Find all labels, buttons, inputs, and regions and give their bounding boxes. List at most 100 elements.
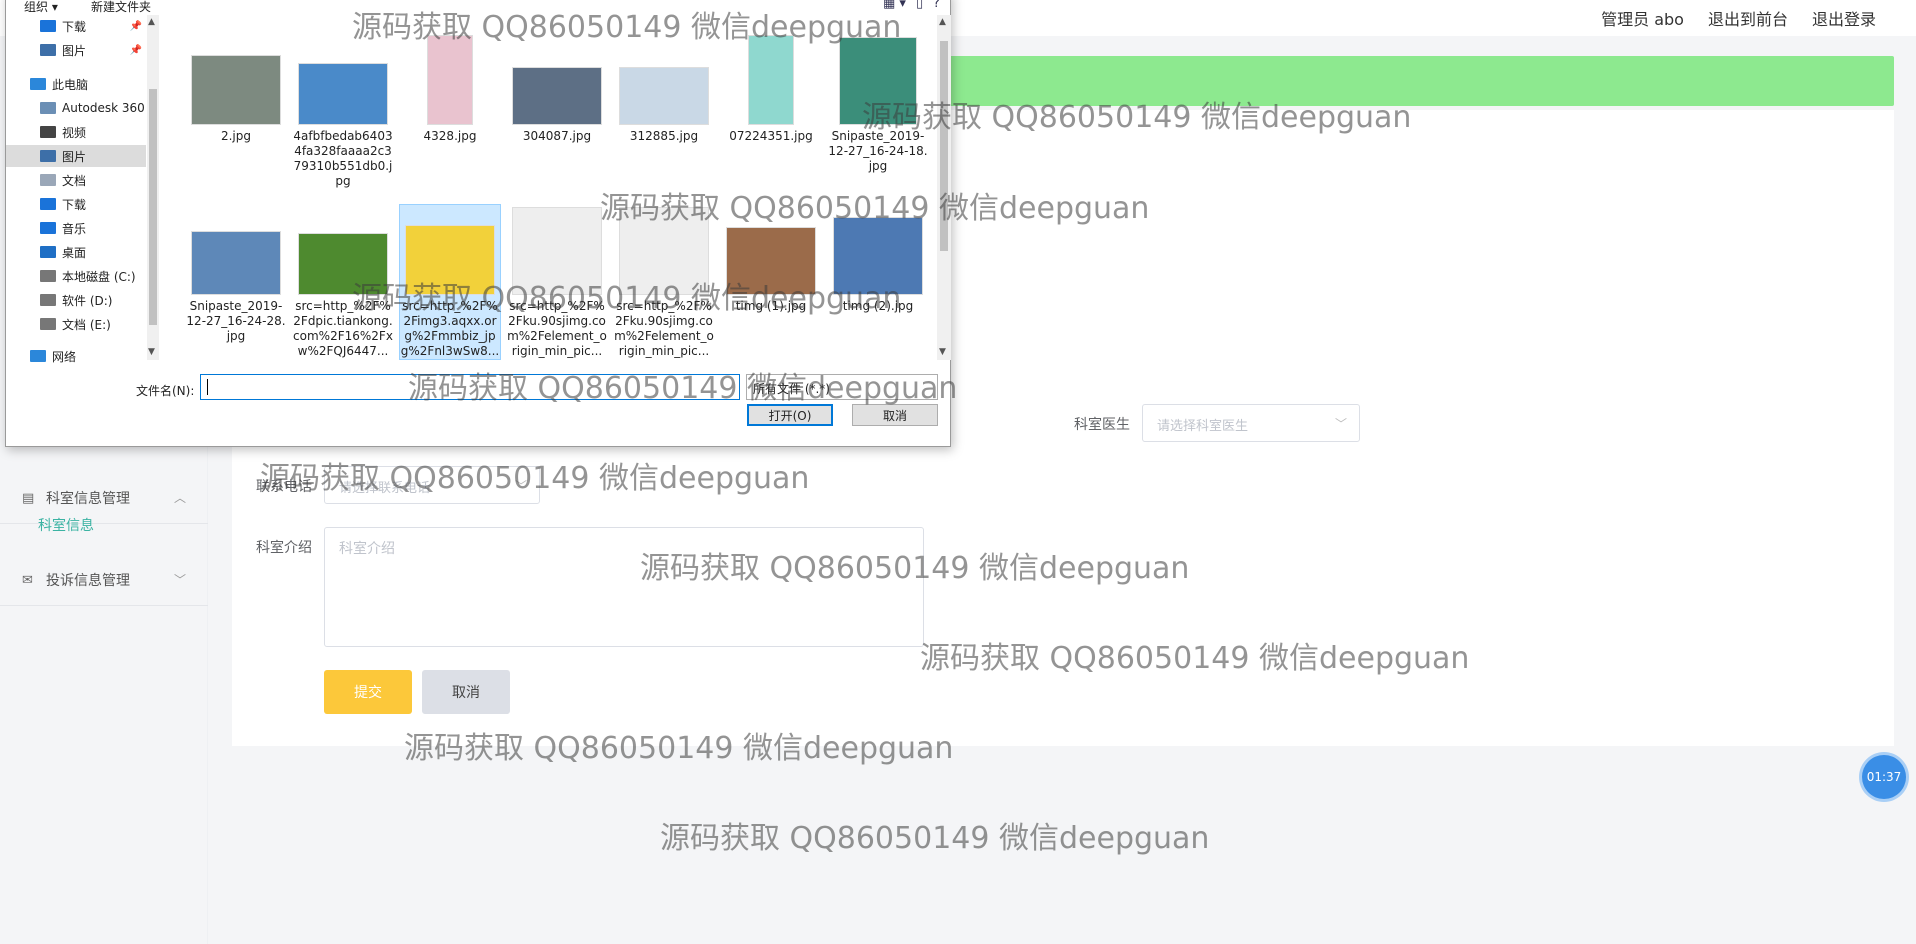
image-thumbnail	[298, 63, 388, 125]
chevron-down-icon: ﹀	[514, 479, 527, 493]
image-thumbnail	[191, 55, 281, 125]
admin-user-label: 管理员 abo	[1601, 10, 1684, 29]
preview-pane-icon[interactable]: ▯	[916, 0, 923, 11]
sidebar-item-dept-info[interactable]: 科室信息	[38, 515, 94, 535]
sidebar-group-complaints[interactable]: ✉ 投诉信息管理 ﹀	[0, 554, 208, 606]
nav-item[interactable]: Autodesk 360	[6, 97, 146, 119]
folder-icon	[40, 44, 56, 56]
file-item[interactable]: 4328.jpg	[400, 35, 500, 144]
nav-item[interactable]: 下载	[6, 193, 146, 215]
file-name: 2.jpg	[220, 129, 252, 143]
nav-item[interactable]: 软件 (D:)	[6, 289, 146, 311]
nav-item-label: 本地磁盘 (C:)	[62, 269, 136, 284]
folder-icon	[40, 150, 56, 162]
image-thumbnail	[619, 67, 709, 125]
mail-icon: ✉	[22, 572, 33, 588]
nav-item[interactable]: 此电脑	[6, 73, 146, 95]
file-item[interactable]: src=http_%2F%2Fimg3.aqxx.org%2Fmmbiz_jpg…	[399, 204, 501, 360]
pin-icon: 📌	[129, 44, 142, 56]
watermark-text: 源码获取 QQ86050149 微信deepguan	[660, 821, 1210, 856]
nav-item-label: Autodesk 360	[62, 101, 145, 115]
image-thumbnail	[726, 227, 816, 295]
nav-item[interactable]: 文档 (E:)	[6, 313, 146, 335]
phone-label: 联系电话	[256, 479, 312, 495]
folder-icon	[40, 174, 56, 186]
sidebar-group-dept-info[interactable]: ▤ 科室信息管理 ︿	[0, 472, 208, 524]
file-item[interactable]: timg (2).jpg	[828, 205, 928, 314]
chevron-down-icon: ﹀	[1334, 417, 1347, 431]
view-mode-icon[interactable]: ▦ ▾	[883, 0, 906, 11]
nav-item-label: 软件 (D:)	[62, 293, 113, 308]
file-item[interactable]: 2.jpg	[186, 35, 286, 144]
folder-icon	[40, 20, 56, 32]
folder-icon	[40, 126, 56, 138]
file-item[interactable]: src=http_%2F%2Fku.90sjimg.com%2Felement_…	[507, 205, 607, 359]
intro-textarea[interactable]: 科室介绍	[324, 527, 924, 647]
filename-input[interactable]	[200, 374, 740, 400]
scroll-down-icon[interactable]: ▼	[148, 347, 155, 357]
scroll-down-icon[interactable]: ▼	[939, 347, 946, 357]
scroll-up-icon[interactable]: ▲	[939, 17, 946, 27]
organize-button[interactable]: 组织 ▾	[24, 0, 58, 15]
back-to-frontend-link[interactable]: 退出到前台	[1708, 6, 1788, 30]
file-item[interactable]: 304087.jpg	[507, 35, 607, 144]
image-thumbnail	[833, 217, 923, 295]
filename-label: 文件名(N):	[136, 384, 195, 398]
nav-item-label: 图片	[62, 149, 87, 164]
view-buttons: ▦ ▾ ▯ ?	[883, 0, 940, 11]
new-folder-button[interactable]: 新建文件夹	[91, 0, 151, 15]
file-name: 07224351.jpg	[729, 129, 813, 143]
scrollbar-thumb[interactable]	[149, 89, 157, 325]
nav-item[interactable]: 视频	[6, 121, 146, 143]
file-name: src=http_%2F%2Fku.90sjimg.com%2Felement_…	[614, 299, 714, 358]
nav-item[interactable]: 图片	[6, 145, 146, 167]
file-item[interactable]: Snipaste_2019-12-27_16-24-18.jpg	[828, 35, 928, 174]
file-name: 304087.jpg	[522, 129, 592, 143]
file-item[interactable]: 4afbfbedab64034fa328faaaa2c379310b551db0…	[293, 35, 393, 189]
image-thumbnail	[748, 35, 794, 125]
nav-item[interactable]: 文档	[6, 169, 146, 191]
file-open-dialog: 组织 ▾ 新建文件夹 ▦ ▾ ▯ ? 下载 📌 图片 📌 此电脑 Autodesk 360…	[5, 0, 951, 447]
nav-item-label: 文档	[62, 173, 87, 188]
scrollbar-thumb[interactable]	[940, 41, 948, 251]
phone-select[interactable]: 请选择联系电话 ﹀	[324, 466, 540, 504]
nav-item[interactable]: 桌面	[6, 241, 146, 263]
nav-item[interactable]: 本地磁盘 (C:)	[6, 265, 146, 287]
nav-item-label: 音乐	[62, 221, 87, 236]
dialog-cancel-button[interactable]: 取消	[852, 404, 938, 426]
file-item[interactable]: 312885.jpg	[614, 35, 714, 144]
form-cancel-button[interactable]: 取消	[422, 670, 510, 714]
nav-scrollbar[interactable]: ▲ ▼	[147, 15, 159, 360]
nav-item[interactable]: 下载 📌	[6, 15, 146, 37]
intro-placeholder: 科室介绍	[339, 541, 395, 557]
file-item[interactable]: 07224351.jpg	[721, 35, 821, 144]
nav-item[interactable]: 音乐	[6, 217, 146, 239]
image-thumbnail	[405, 225, 495, 295]
image-thumbnail	[512, 207, 602, 295]
nav-item[interactable]: 网络	[6, 345, 146, 367]
logout-link[interactable]: 退出登录	[1812, 6, 1876, 30]
file-name: src=http_%2F%2Fku.90sjimg.com%2Felement_…	[507, 299, 607, 358]
sidebar-group-label: 科室信息管理	[46, 490, 130, 507]
nav-item-label: 视频	[62, 125, 87, 140]
nav-item-label: 网络	[52, 349, 77, 364]
folder-icon	[40, 294, 56, 306]
file-name: timg (1).jpg	[735, 299, 807, 313]
doctor-select[interactable]: 请选择科室医生 ﹀	[1142, 404, 1360, 442]
scroll-up-icon[interactable]: ▲	[148, 17, 155, 27]
file-item[interactable]: Snipaste_2019-12-27_16-24-28.jpg	[186, 205, 286, 344]
file-item[interactable]: src=http_%2F%2Fku.90sjimg.com%2Felement_…	[614, 205, 714, 359]
file-item[interactable]: timg (1).jpg	[721, 205, 821, 314]
files-scrollbar[interactable]: ▲ ▼	[937, 15, 951, 360]
folder-icon	[40, 198, 56, 210]
file-type-filter[interactable]: 所有文件 (*.*)	[746, 374, 938, 400]
help-icon[interactable]: ?	[933, 0, 940, 11]
nav-item-label: 图片	[62, 43, 87, 58]
submit-button[interactable]: 提交	[324, 670, 412, 714]
file-item[interactable]: src=http_%2F%2Fdpic.tiankong.com%2F16%2F…	[293, 205, 393, 359]
nav-item[interactable]: 图片 📌	[6, 39, 146, 61]
open-button[interactable]: 打开(O)	[747, 404, 833, 426]
folder-icon	[30, 350, 46, 362]
nav-item-label: 此电脑	[52, 77, 89, 92]
dialog-toolbar: 组织 ▾ 新建文件夹 ▦ ▾ ▯ ?	[6, 0, 952, 15]
